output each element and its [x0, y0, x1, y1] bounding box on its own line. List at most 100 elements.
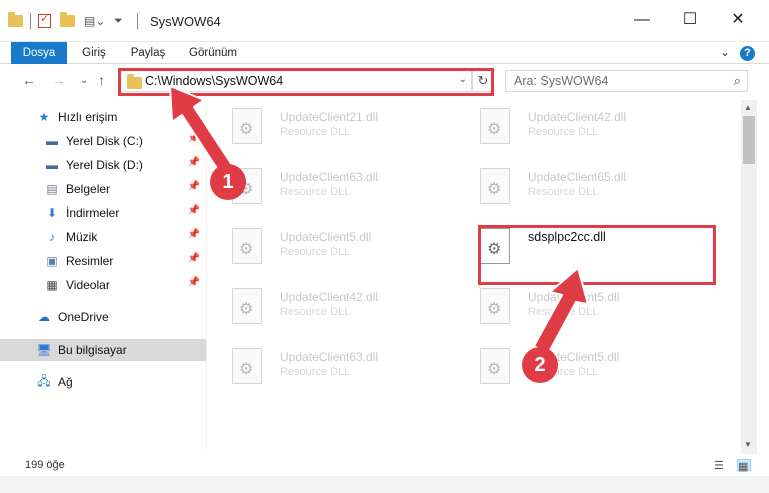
dll-file-icon [232, 348, 262, 384]
quick-access-toolbar [8, 12, 23, 30]
pin-icon[interactable]: 📌 [188, 205, 200, 216]
title-bar: ▤⌄ ⏷ SysWOW64 — ☐ ✕ [0, 0, 769, 42]
file-name: UpdateClient42.dll [280, 290, 379, 304]
scrollbar-thumb[interactable] [743, 116, 755, 164]
address-highlight-box [118, 68, 494, 96]
close-button[interactable]: ✕ [720, 6, 756, 34]
pin-icon[interactable]: 📌 [188, 277, 200, 288]
file-item[interactable]: UpdateClient5.dll Resource DLL [458, 342, 688, 396]
sidebar-item-documents[interactable]: ▤ Belgeler 📌 [0, 178, 206, 200]
pin-icon[interactable]: 📌 [188, 133, 200, 144]
maximize-button[interactable]: ☐ [672, 6, 708, 34]
sidebar-item-this-pc[interactable]: 🖥 Bu bilgisayar [0, 339, 206, 361]
sidebar-item-label: Yerel Disk (C:) [66, 134, 143, 148]
file-type: Resource DLL [528, 186, 599, 198]
recent-locations-button[interactable]: ⌄ [80, 75, 88, 86]
file-name: UpdateClient5.dll [280, 230, 372, 244]
minimize-button[interactable]: — [624, 6, 660, 34]
sidebar-item-label: Belgeler [66, 182, 111, 196]
file-name: UpdateClient42.dll [528, 110, 627, 124]
file-name: UpdateClient63.dll [280, 350, 379, 364]
help-icon[interactable]: ? [740, 46, 755, 61]
forward-button[interactable]: → [52, 72, 66, 88]
network-icon: 🖧 [37, 373, 51, 388]
dll-file-icon [232, 288, 262, 324]
new-folder-icon[interactable] [60, 12, 75, 27]
file-name: UpdateClient5.dll [528, 290, 620, 304]
dll-file-icon [480, 108, 510, 144]
tab-dosya[interactable]: Dosya [11, 42, 67, 64]
file-item[interactable]: UpdateClient5.dll Resource DLL [458, 282, 688, 336]
title-divider [137, 13, 138, 29]
sidebar-item-videos[interactable]: ▦ Videolar 📌 [0, 274, 206, 296]
vertical-scrollbar[interactable]: ▲ ▼ [741, 100, 757, 454]
sidebar-item-downloads[interactable]: ⬇ İndirmeler 📌 [0, 202, 206, 224]
drive-icon: ▬ [46, 158, 58, 172]
file-type: Resource DLL [528, 126, 599, 138]
search-input[interactable]: Ara: SysWOW64 [514, 74, 608, 88]
file-item[interactable]: UpdateClient21.dll Resource DLL [210, 102, 440, 156]
sidebar-item-label: Hızlı erişim [58, 110, 118, 124]
details-view-icon[interactable]: ☰ [714, 459, 728, 472]
documents-icon: ▤ [46, 182, 58, 196]
file-type: Resource DLL [528, 306, 599, 318]
dll-file-icon [480, 168, 510, 204]
videos-icon: ▦ [46, 278, 58, 292]
pin-icon[interactable]: 📌 [188, 229, 200, 240]
file-item[interactable]: UpdateClient65.dll Resource DLL [458, 162, 688, 216]
file-item[interactable]: UpdateClient63.dll Resource DLL [210, 342, 440, 396]
step-badge-2: 2 [522, 347, 558, 383]
sidebar-item-label: Videolar [66, 278, 110, 292]
search-icon[interactable]: ⌕ [734, 73, 741, 89]
sidebar-item-local-disk-c[interactable]: ▬ Yerel Disk (C:) 📌 [0, 130, 206, 152]
customize-toolbar-icon[interactable]: ▤⌄ [84, 12, 105, 30]
tab-giris[interactable]: Giriş [73, 42, 115, 64]
step-badge-1: 1 [210, 164, 246, 200]
tab-paylas[interactable]: Paylaş [123, 42, 173, 64]
window-bottom-edge [0, 476, 769, 493]
back-button[interactable]: ← [22, 72, 36, 88]
sidebar-item-label: İndirmeler [66, 206, 120, 220]
file-highlight-box [478, 225, 716, 285]
sidebar-item-label: Resimler [66, 254, 114, 268]
cloud-icon: ☁ [38, 310, 50, 324]
sidebar-item-music[interactable]: ♪ Müzik 📌 [0, 226, 206, 248]
file-type: Resource DLL [280, 306, 351, 318]
sidebar-item-pictures[interactable]: ▣ Resimler 📌 [0, 250, 206, 272]
computer-icon: 🖥 [36, 343, 52, 357]
file-type: Resource DLL [280, 366, 351, 378]
file-type: Resource DLL [280, 186, 351, 198]
file-item[interactable]: UpdateClient5.dll Resource DLL [210, 222, 440, 276]
search-box[interactable]: Ara: SysWOW64 ⌕ [505, 70, 748, 92]
sidebar-item-quick-access[interactable]: ★ Hızlı erişim [0, 106, 206, 128]
scroll-down-icon[interactable]: ▼ [744, 440, 752, 449]
toolbar-dropdown-icon[interactable]: ⏷ [114, 12, 123, 30]
dll-file-icon [232, 228, 262, 264]
sidebar-item-label: Müzik [66, 230, 98, 244]
dll-file-icon [480, 348, 510, 384]
file-item[interactable]: UpdateClient42.dll Resource DLL [458, 102, 688, 156]
sidebar-item-label: Yerel Disk (D:) [66, 158, 143, 172]
tab-gorunum[interactable]: Görünüm [182, 42, 244, 64]
pane-divider[interactable] [206, 100, 207, 450]
expand-ribbon-icon[interactable]: ⌄ [720, 45, 730, 59]
pictures-icon: ▣ [46, 254, 58, 268]
status-bar: 199 öğe ☰ ▦ [0, 454, 769, 476]
up-button[interactable]: ↑ [98, 72, 105, 88]
pin-icon[interactable]: 📌 [188, 181, 200, 192]
dll-file-icon [480, 288, 510, 324]
sidebar-item-local-disk-d[interactable]: ▬ Yerel Disk (D:) 📌 [0, 154, 206, 176]
sidebar-item-network[interactable]: 🖧 Ağ [0, 371, 206, 393]
pin-icon[interactable]: 📌 [188, 157, 200, 168]
sidebar-item-label: Bu bilgisayar [58, 343, 127, 357]
toolbar-divider [30, 13, 31, 29]
star-icon: ★ [38, 110, 50, 124]
scroll-up-icon[interactable]: ▲ [744, 103, 752, 112]
file-item[interactable]: UpdateClient42.dll Resource DLL [210, 282, 440, 336]
pin-icon[interactable]: 📌 [188, 253, 200, 264]
ribbon-tabs: Dosya Giriş Paylaş Görünüm ⌄ ? [0, 42, 769, 64]
properties-icon[interactable] [38, 12, 51, 28]
large-icons-view-icon[interactable]: ▦ [737, 459, 751, 473]
sidebar-item-label: OneDrive [58, 310, 109, 324]
sidebar-item-onedrive[interactable]: ☁ OneDrive [0, 306, 206, 328]
